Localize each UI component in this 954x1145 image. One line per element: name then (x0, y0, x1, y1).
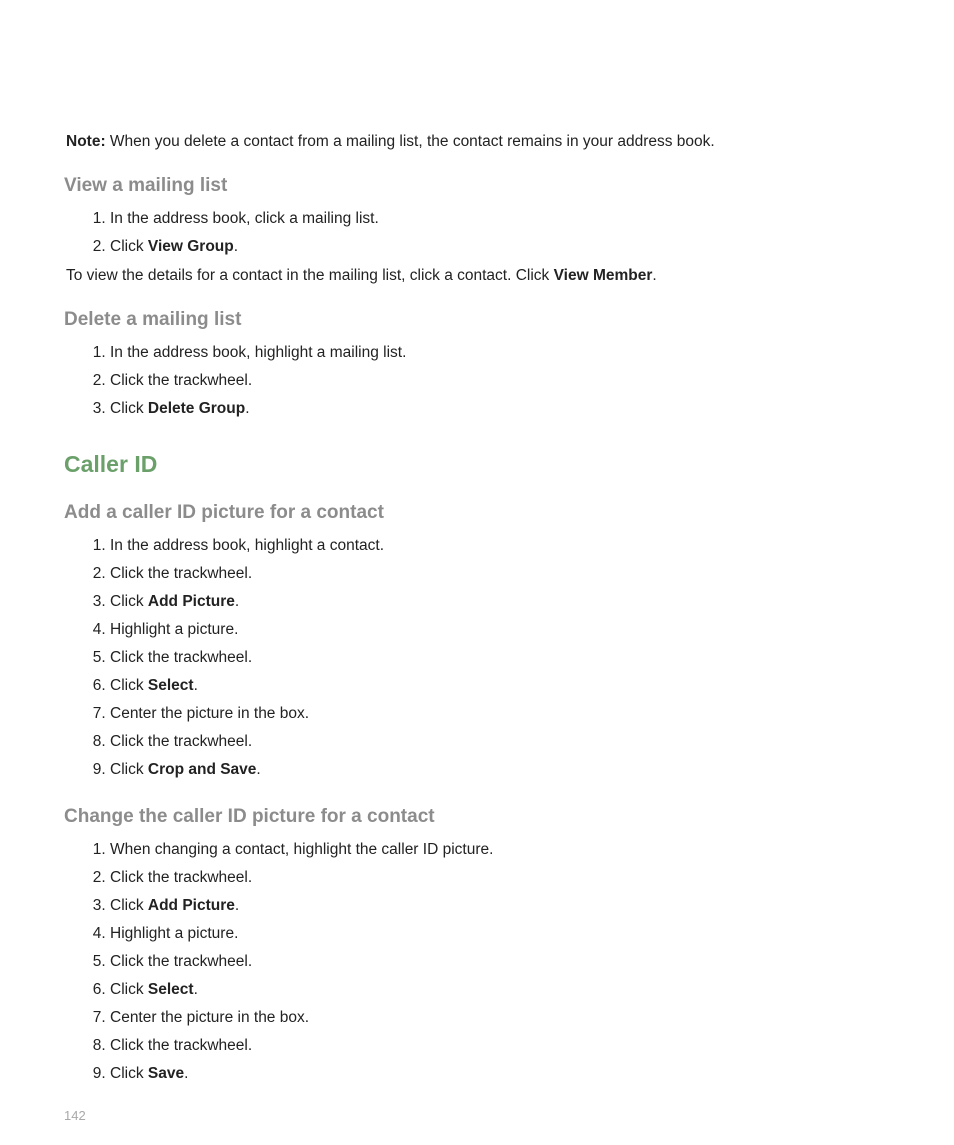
step-text: Center the picture in the box. (110, 705, 309, 722)
step-text: Click the trackwheel. (110, 1037, 252, 1054)
step-text: In the address book, highlight a mailing… (110, 344, 406, 361)
step-bold: View Group (148, 238, 234, 255)
step-bold: Save (148, 1065, 184, 1082)
step-post: . (194, 981, 198, 998)
list-item: Highlight a picture. (110, 922, 890, 946)
step-text: Click the trackwheel. (110, 649, 252, 666)
list-item: Center the picture in the box. (110, 1006, 890, 1030)
step-text: Click (110, 238, 148, 255)
step-text: Click the trackwheel. (110, 565, 252, 582)
list-item: Click View Group. (110, 235, 890, 259)
step-text: Highlight a picture. (110, 925, 238, 942)
step-text: Click (110, 761, 148, 778)
delete-mailing-steps: In the address book, highlight a mailing… (64, 341, 890, 421)
after-bold: View Member (554, 267, 653, 284)
list-item: Click the trackwheel. (110, 730, 890, 754)
change-caller-steps: When changing a contact, highlight the c… (64, 838, 890, 1086)
step-bold: Delete Group (148, 400, 245, 417)
step-text: Click (110, 1065, 148, 1082)
list-item: Click Select. (110, 674, 890, 698)
step-text: Center the picture in the box. (110, 1009, 309, 1026)
step-text: When changing a contact, highlight the c… (110, 841, 493, 858)
list-item: Click the trackwheel. (110, 646, 890, 670)
view-mailing-after: To view the details for a contact in the… (66, 267, 890, 285)
step-post: . (235, 897, 239, 914)
step-bold: Select (148, 981, 194, 998)
step-text: Click (110, 400, 148, 417)
list-item: In the address book, click a mailing lis… (110, 207, 890, 231)
heading-add-caller: Add a caller ID picture for a contact (64, 502, 890, 524)
list-item: When changing a contact, highlight the c… (110, 838, 890, 862)
list-item: Click Add Picture. (110, 894, 890, 918)
list-item: Click the trackwheel. (110, 866, 890, 890)
step-text: Click (110, 897, 148, 914)
list-item: Click Save. (110, 1062, 890, 1086)
list-item: Click the trackwheel. (110, 1034, 890, 1058)
list-item: Click the trackwheel. (110, 369, 890, 393)
step-text: Click (110, 677, 148, 694)
note-text-content: When you delete a contact from a mailing… (110, 133, 715, 150)
step-post: . (256, 761, 260, 778)
step-text: Highlight a picture. (110, 621, 238, 638)
list-item: In the address book, highlight a contact… (110, 534, 890, 558)
step-bold: Select (148, 677, 194, 694)
step-post: . (235, 593, 239, 610)
list-item: Highlight a picture. (110, 618, 890, 642)
step-bold: Crop and Save (148, 761, 257, 778)
heading-view-mailing: View a mailing list (64, 175, 890, 197)
step-text: Click (110, 981, 148, 998)
after-pre: To view the details for a contact in the… (66, 267, 554, 284)
note-block: Note: When you delete a contact from a m… (66, 133, 890, 151)
list-item: Click the trackwheel. (110, 950, 890, 974)
after-post: . (652, 267, 656, 284)
step-post: . (234, 238, 238, 255)
step-text: Click (110, 593, 148, 610)
list-item: In the address book, highlight a mailing… (110, 341, 890, 365)
page: Note: When you delete a contact from a m… (0, 0, 954, 1145)
list-item: Click the trackwheel. (110, 562, 890, 586)
list-item: Click Delete Group. (110, 397, 890, 421)
view-mailing-steps: In the address book, click a mailing lis… (64, 207, 890, 259)
list-item: Click Add Picture. (110, 590, 890, 614)
heading-change-caller: Change the caller ID picture for a conta… (64, 806, 890, 828)
step-text: In the address book, highlight a contact… (110, 537, 384, 554)
list-item: Center the picture in the box. (110, 702, 890, 726)
step-bold: Add Picture (148, 593, 235, 610)
list-item: Click Select. (110, 978, 890, 1002)
step-post: . (184, 1065, 188, 1082)
step-bold: Add Picture (148, 897, 235, 914)
step-text: In the address book, click a mailing lis… (110, 210, 379, 227)
note-label: Note: (66, 133, 106, 150)
heading-caller-id: Caller ID (64, 451, 890, 478)
step-text: Click the trackwheel. (110, 733, 252, 750)
add-caller-steps: In the address book, highlight a contact… (64, 534, 890, 782)
step-text: Click the trackwheel. (110, 869, 252, 886)
step-text: Click the trackwheel. (110, 372, 252, 389)
list-item: Click Crop and Save. (110, 758, 890, 782)
step-post: . (245, 400, 249, 417)
heading-delete-mailing: Delete a mailing list (64, 309, 890, 331)
page-number: 142 (64, 1108, 86, 1123)
step-text: Click the trackwheel. (110, 953, 252, 970)
step-post: . (194, 677, 198, 694)
